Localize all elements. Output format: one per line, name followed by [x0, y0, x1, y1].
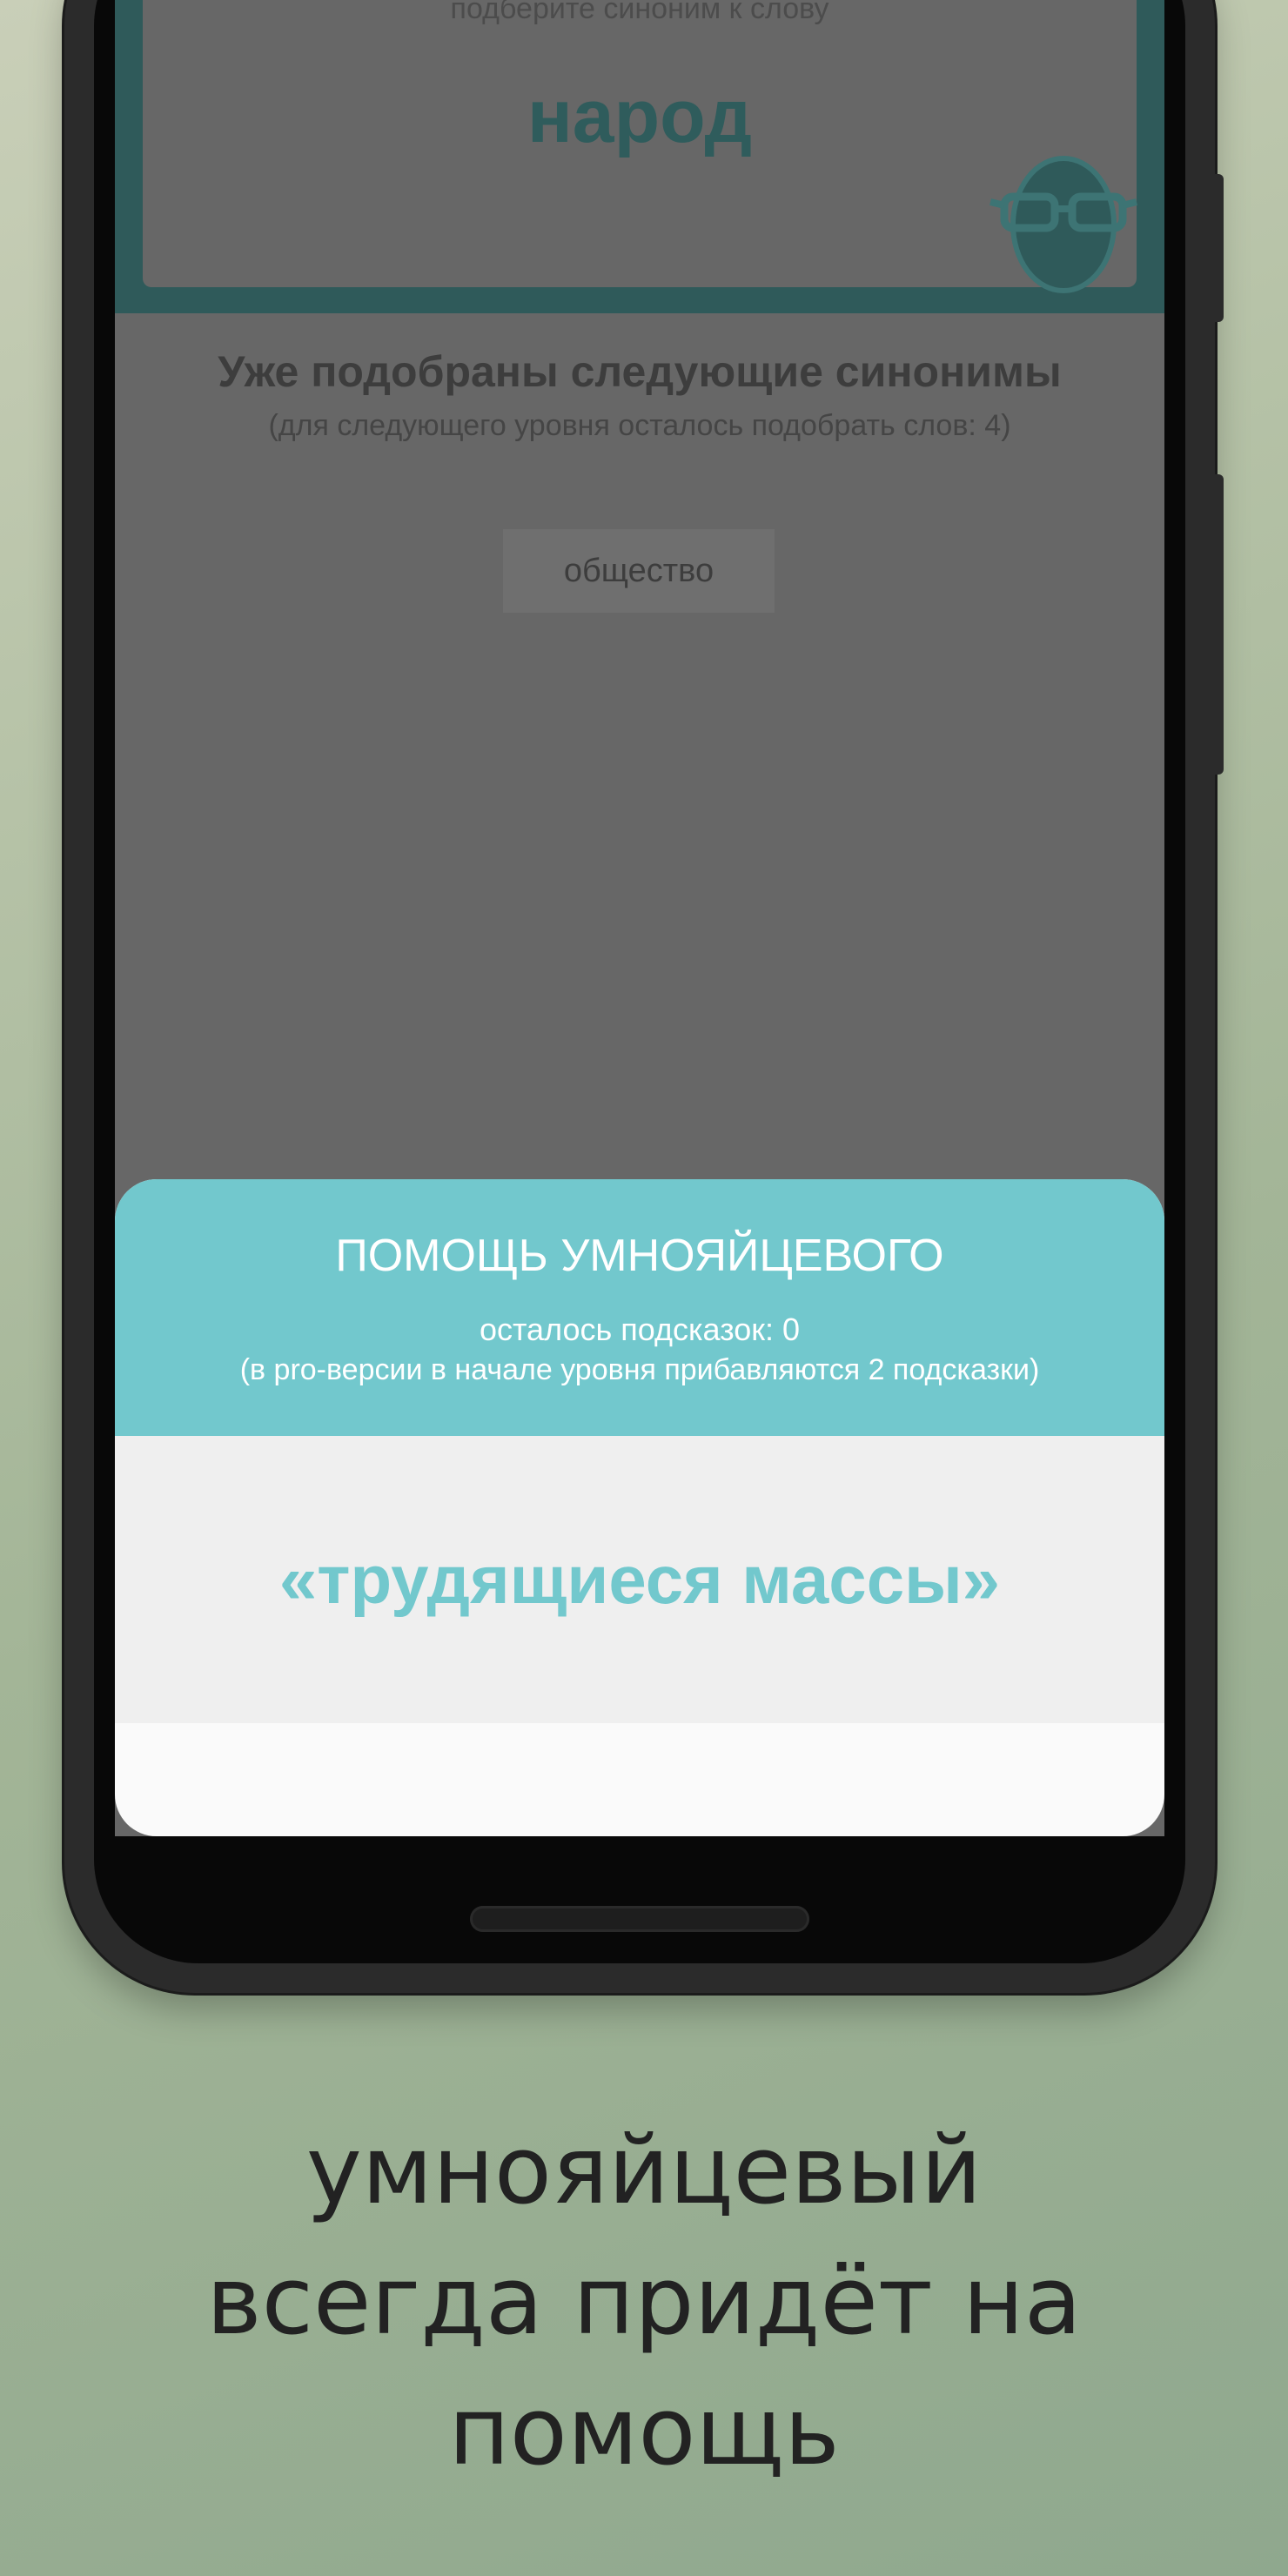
pro-version-note: (в pro-версии в начале уровня прибавляют… — [239, 1353, 1040, 1386]
prompt-text: подберите синоним к слову — [450, 0, 829, 25]
egg-with-glasses-icon — [989, 156, 1137, 293]
app-screen: подберите синоним к слову народ Уже подо… — [115, 0, 1164, 1836]
caption-line: всегда придёт на — [206, 2247, 1082, 2356]
help-dialog: ПОМОЩЬ УМНОЯЙЦЕВОГО осталось подсказок: … — [115, 1179, 1164, 1836]
power-button — [1213, 174, 1224, 322]
hint-area: «трудящиеся массы» — [115, 1436, 1164, 1723]
synonym-chip[interactable]: общество — [503, 529, 775, 613]
volume-button — [1213, 474, 1224, 775]
caption-line: помощь — [448, 2378, 840, 2486]
hints-left-text: осталось подсказок: 0 — [479, 1311, 801, 1347]
promo-caption: умнояйцевый всегда придёт на помощь — [0, 2106, 1288, 2498]
found-synonyms-title: Уже подобраны следующие синонимы — [218, 347, 1062, 396]
home-indicator[interactable] — [470, 1906, 809, 1932]
hint-text: «трудящиеся массы» — [278, 1541, 1001, 1618]
dialog-header: ПОМОЩЬ УМНОЯЙЦЕВОГО осталось подсказок: … — [115, 1179, 1164, 1436]
word-card: подберите синоним к слову народ — [115, 0, 1164, 313]
found-synonyms-subtitle: (для следующего уровня осталось подобрат… — [268, 409, 1011, 442]
dialog-title: ПОМОЩЬ УМНОЯЙЦЕВОГО — [335, 1231, 944, 1281]
caption-line: умнояйцевый — [305, 2116, 983, 2225]
